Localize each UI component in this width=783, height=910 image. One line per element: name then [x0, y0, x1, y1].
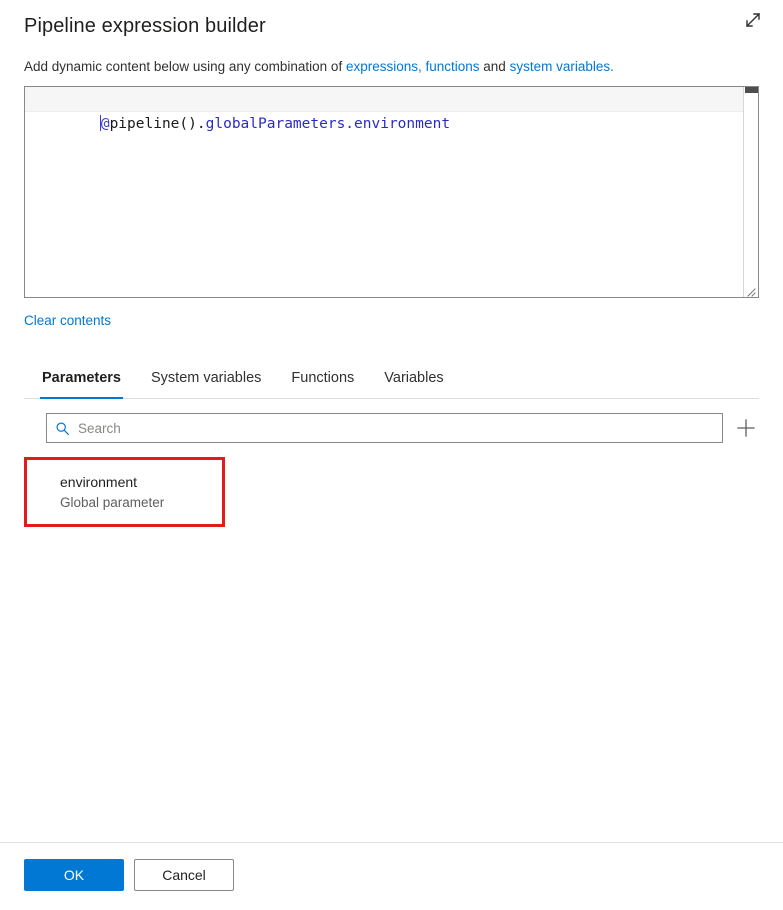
- cancel-button[interactable]: Cancel: [134, 859, 234, 891]
- page-title: Pipeline expression builder: [24, 15, 266, 37]
- tab-parameters[interactable]: Parameters: [40, 368, 123, 399]
- editor-text-area[interactable]: @pipeline().globalParameters.environment: [25, 87, 743, 297]
- search-box[interactable]: [46, 413, 723, 443]
- subtitle-middle: and: [479, 59, 510, 74]
- tab-functions[interactable]: Functions: [289, 368, 356, 399]
- token-property: globalParameters.environment: [205, 116, 451, 132]
- tabs-zone: Parameters System variables Functions Va…: [0, 368, 783, 399]
- expressions-functions-link[interactable]: expressions, functions: [346, 59, 480, 74]
- highlight-annotation: environment Global parameter: [24, 457, 225, 527]
- clear-contents-link[interactable]: Clear contents: [24, 313, 111, 328]
- clear-contents-row: Clear contents: [0, 312, 783, 330]
- search-icon: [55, 421, 70, 436]
- panel-header: Pipeline expression builder: [0, 0, 783, 40]
- token-function: pipeline: [109, 116, 180, 132]
- search-row: [0, 413, 783, 443]
- plus-icon[interactable]: [733, 415, 759, 441]
- search-input[interactable]: [78, 420, 714, 436]
- expression-code-line: @pipeline().globalParameters.environment: [25, 87, 743, 162]
- subtitle-prefix: Add dynamic content below using any comb…: [24, 59, 346, 74]
- system-variables-link[interactable]: system variables.: [510, 59, 614, 74]
- resize-grip-icon[interactable]: [744, 284, 756, 297]
- pipeline-expression-builder-panel: Pipeline expression builder Add dynamic …: [0, 0, 783, 910]
- results-list: environment Global parameter: [0, 457, 783, 842]
- parameter-type: Global parameter: [60, 495, 165, 510]
- ok-button[interactable]: OK: [24, 859, 124, 891]
- editor-scrollbar-thumb[interactable]: [745, 87, 758, 93]
- editor-scrollbar[interactable]: [743, 87, 758, 297]
- panel-subtitle: Add dynamic content below using any comb…: [0, 57, 783, 77]
- expression-editor[interactable]: @pipeline().globalParameters.environment: [24, 86, 759, 298]
- footer-buttons: OK Cancel: [24, 859, 759, 891]
- tab-system-variables[interactable]: System variables: [149, 368, 263, 399]
- token-parens: ().: [179, 116, 206, 132]
- expand-diagonal-icon[interactable]: [737, 4, 769, 36]
- token-at: @: [100, 116, 110, 132]
- parameter-name: environment: [60, 474, 138, 490]
- list-item[interactable]: environment Global parameter: [27, 460, 222, 524]
- panel-footer: OK Cancel: [0, 842, 783, 910]
- tab-variables[interactable]: Variables: [382, 368, 445, 399]
- tab-list: Parameters System variables Functions Va…: [40, 368, 759, 399]
